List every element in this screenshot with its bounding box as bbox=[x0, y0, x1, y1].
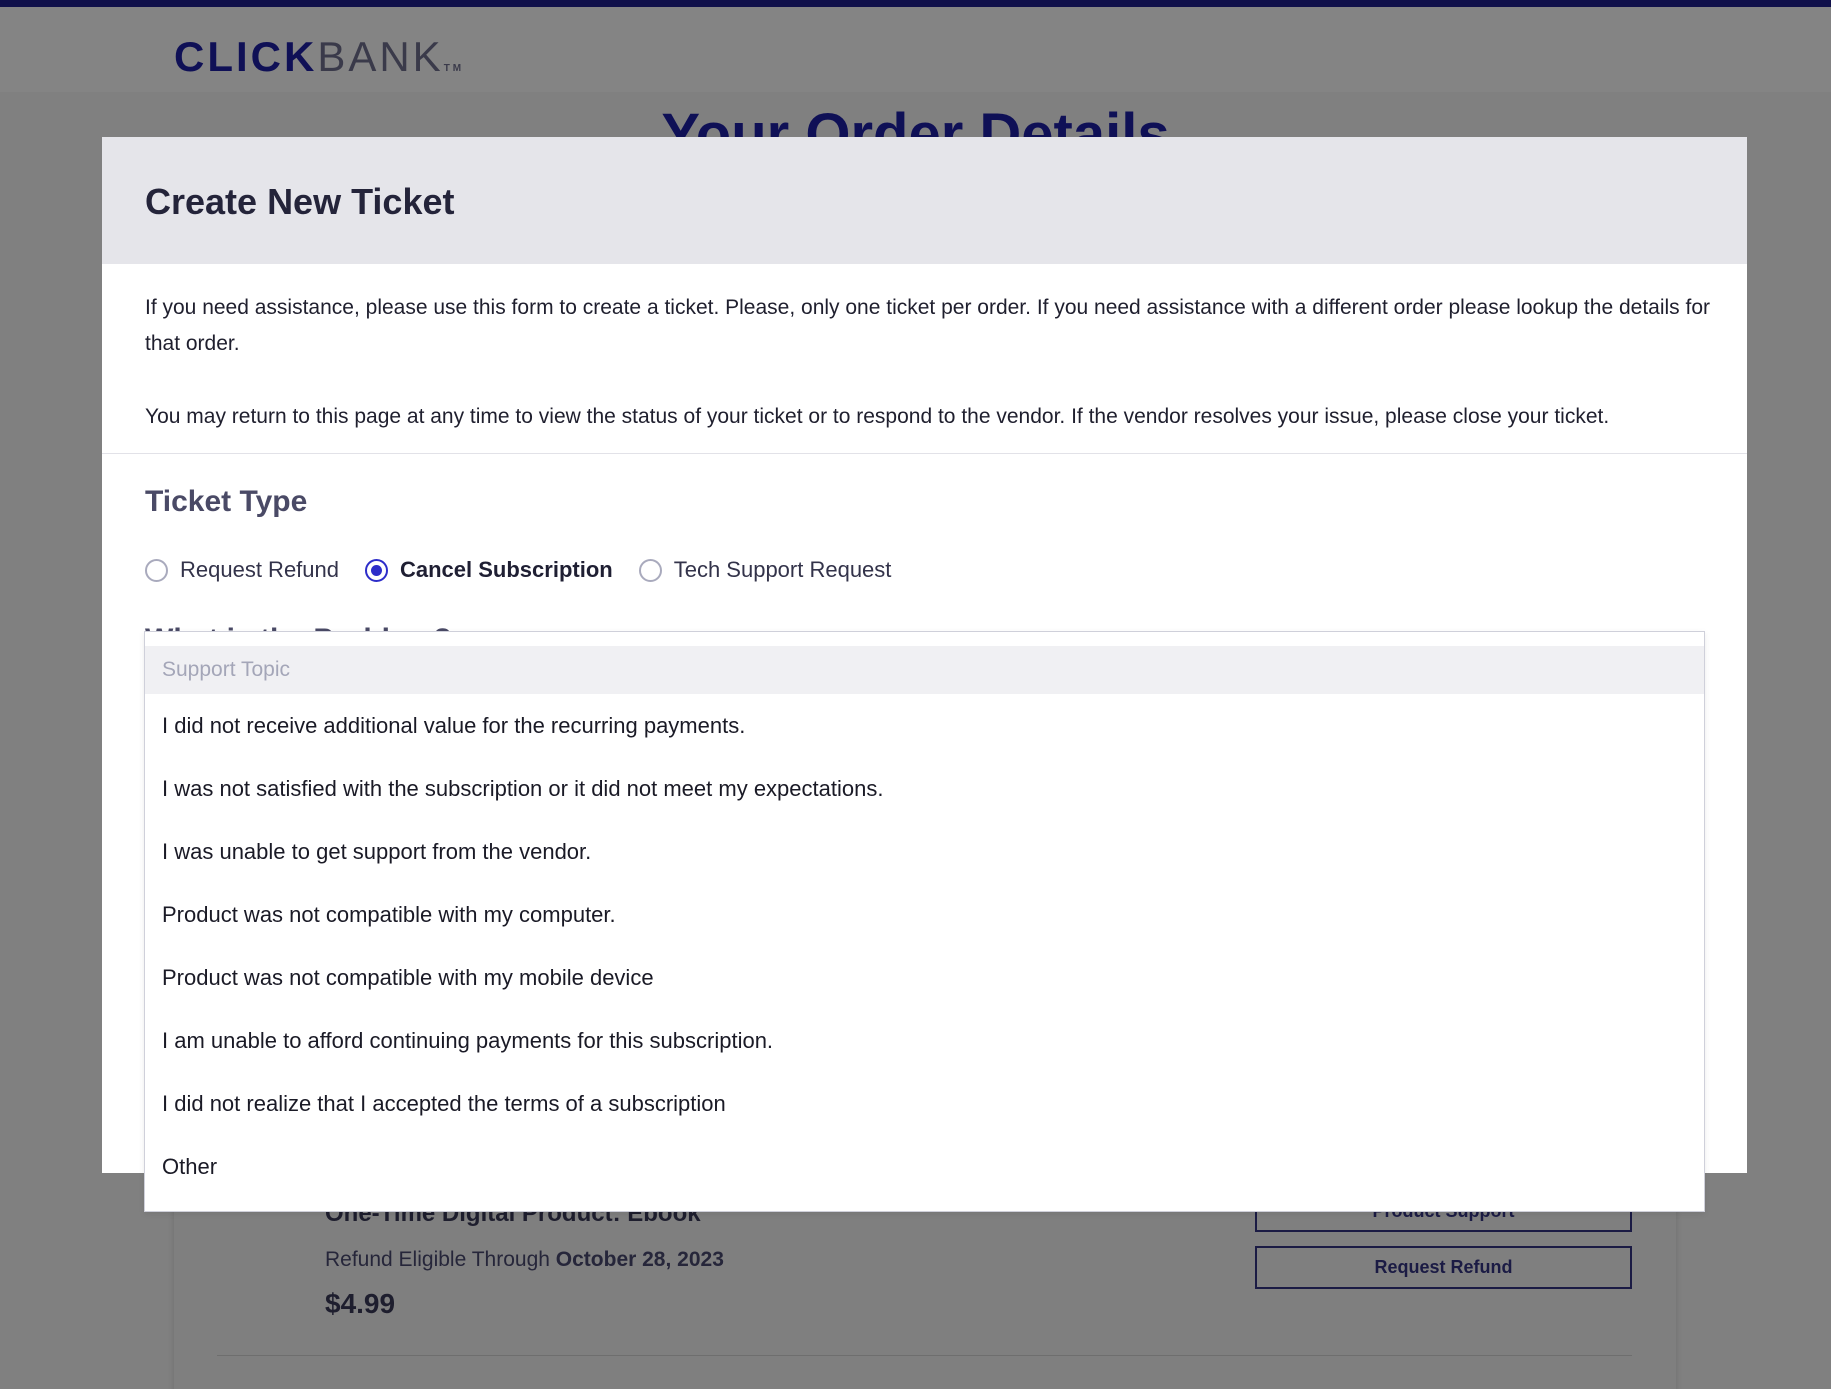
dropdown-option-other[interactable]: Other bbox=[145, 1135, 1704, 1198]
refund-eligible-prefix: Refund Eligible Through bbox=[325, 1248, 550, 1271]
logo-text-bank: BANK bbox=[317, 33, 444, 80]
product-price: $4.99 bbox=[325, 1288, 396, 1319]
support-topic-options: I did not receive additional value for t… bbox=[145, 694, 1704, 1198]
support-topic-placeholder[interactable]: Support Topic bbox=[145, 646, 1704, 694]
dropdown-option[interactable]: I am unable to afford continuing payment… bbox=[145, 1009, 1704, 1072]
refund-eligible-date: October 28, 2023 bbox=[555, 1248, 724, 1271]
clickbank-logo[interactable]: CLICKBANKTM bbox=[174, 34, 464, 92]
card-divider bbox=[217, 1355, 1632, 1356]
modal-header: Create New Ticket bbox=[102, 137, 1747, 264]
ticket-type-heading: Ticket Type bbox=[145, 485, 308, 518]
modal-status-info-text: You may return to this page at any time … bbox=[145, 405, 1610, 428]
modal-title: Create New Ticket bbox=[145, 181, 455, 222]
radio-label-cancel-subscription: Cancel Subscription bbox=[400, 557, 613, 582]
radio-label-tech-support: Tech Support Request bbox=[673, 557, 892, 582]
top-nav-bar: CLICKBANKTM bbox=[0, 7, 1831, 92]
radio-button-icon[interactable] bbox=[638, 558, 662, 582]
modal-divider bbox=[102, 453, 1747, 454]
support-topic-dropdown[interactable]: Support Topic I did not receive addition… bbox=[144, 631, 1705, 1212]
dropdown-option[interactable]: I was unable to get support from the ven… bbox=[145, 820, 1704, 883]
logo-text-click: CLICK bbox=[174, 33, 318, 80]
request-refund-button[interactable]: Request Refund bbox=[1255, 1246, 1632, 1289]
radio-cancel-subscription[interactable]: Cancel Subscription bbox=[365, 557, 613, 583]
dropdown-option[interactable]: Product was not compatible with my compu… bbox=[145, 883, 1704, 946]
top-accent-stripe bbox=[0, 0, 1831, 7]
ticket-type-radio-group: Request Refund Cancel Subscription Tech … bbox=[145, 552, 917, 588]
logo-trademark: TM bbox=[443, 63, 465, 74]
modal-intro-text: If you need assistance, please use this … bbox=[145, 296, 1711, 355]
dropdown-option[interactable]: I was not satisfied with the subscriptio… bbox=[145, 757, 1704, 820]
radio-button-selected-icon[interactable] bbox=[365, 558, 388, 582]
radio-request-refund[interactable]: Request Refund bbox=[145, 557, 339, 583]
radio-button-icon[interactable] bbox=[145, 558, 168, 582]
dropdown-option[interactable]: I did not receive additional value for t… bbox=[145, 694, 1704, 757]
dropdown-option[interactable]: Product was not compatible with my mobil… bbox=[145, 946, 1704, 1009]
dropdown-option[interactable]: I did not realize that I accepted the te… bbox=[145, 1072, 1704, 1135]
radio-tech-support-request[interactable]: Tech Support Request bbox=[638, 557, 892, 583]
refund-eligibility-text: Refund Eligible Through October 28, 2023 bbox=[325, 1248, 724, 1272]
radio-label-request-refund: Request Refund bbox=[180, 557, 339, 582]
